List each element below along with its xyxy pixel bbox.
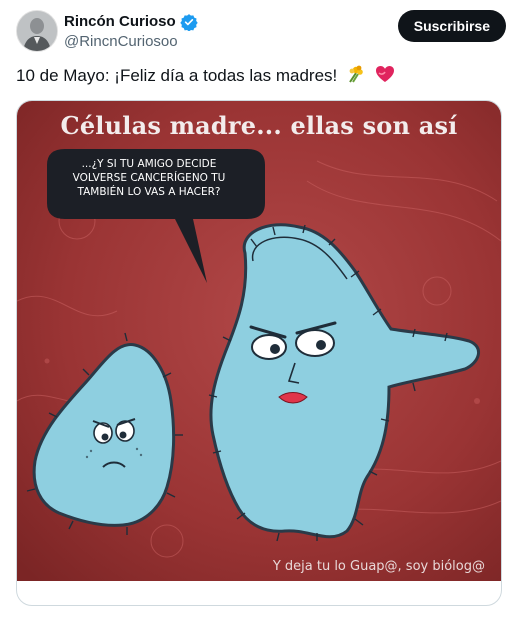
author-names: Rincón Curioso @RincnCuriosoo (64, 12, 198, 51)
bouquet-icon (346, 64, 366, 90)
tweet-header: Rincón Curioso @RincnCuriosoo Suscribirs… (16, 10, 528, 54)
tweet-media[interactable]: Células madre... ellas son así ...¿y si … (16, 100, 502, 606)
avatar[interactable] (16, 10, 58, 52)
subscribe-button[interactable]: Suscribirse (397, 10, 506, 42)
tweet-text: 10 de Mayo: ¡Feliz día a todas las madre… (16, 64, 508, 90)
author-display-name[interactable]: Rincón Curioso (64, 12, 198, 32)
tweet-text-body: 10 de Mayo: ¡Feliz día a todas las madre… (16, 66, 338, 85)
display-name-text[interactable]: Rincón Curioso (64, 12, 176, 31)
meme-title: Células madre... ellas son así (60, 111, 458, 140)
author-handle[interactable]: @RincnCuriosoo (64, 32, 198, 51)
speech-bubble-text: ...¿y si tu amigo decide volverse cancer… (72, 158, 226, 198)
heart-icon (375, 64, 395, 90)
verified-badge-icon (179, 13, 198, 32)
meme-watermark: Y deja tu lo Guap@, soy biólog@ (272, 559, 485, 574)
